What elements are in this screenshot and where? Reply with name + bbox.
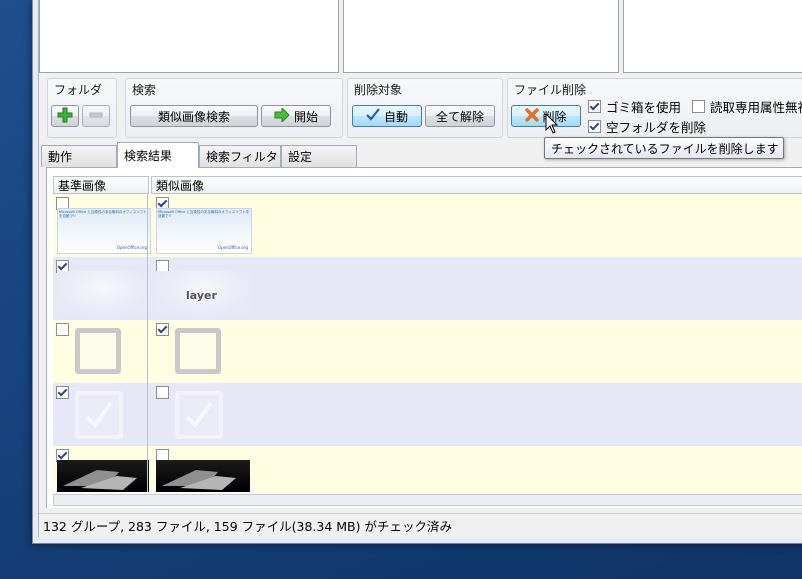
table-row[interactable]: [53, 383, 802, 446]
tab-search-filter-label: 検索フィルタ: [206, 150, 278, 164]
start-label: 開始: [293, 109, 318, 124]
empty-folder-option[interactable]: 空フォルダを削除: [588, 117, 706, 136]
thumbnail-layer-similar[interactable]: layer: [156, 271, 250, 315]
delete-tooltip-text: チェックされているファイルを削除します: [551, 141, 779, 156]
empty-folder-checkbox[interactable]: [588, 120, 601, 133]
x-delete-icon: [525, 107, 540, 125]
similar-image-checkbox[interactable]: [156, 323, 169, 336]
column-divider: [147, 194, 148, 492]
column-header-similar[interactable]: 類似画像: [151, 176, 802, 194]
table-row[interactable]: [53, 446, 802, 492]
thumbnail-office-base[interactable]: Microsoft Office と互換性のある無料のオフィスソフトを自動で!!…: [57, 208, 151, 254]
preview-pane-middle: [343, 0, 619, 73]
table-row[interactable]: [53, 320, 802, 383]
file-delete-label: ファイル削除: [514, 83, 587, 97]
recycle-bin-checkbox[interactable]: [588, 100, 601, 113]
search-group-label: 検索: [132, 83, 157, 97]
tab-settings[interactable]: 設定: [281, 145, 357, 167]
folder-group-label: フォルダ: [54, 83, 103, 97]
thumbnail-office-similar-heading: Microsoft Office と互換性のある無料のオフィスソフトを自動で!!: [158, 210, 250, 218]
thumbnail-check-similar[interactable]: [175, 391, 223, 439]
preview-pane-left: [39, 0, 339, 73]
similar-image-search-button[interactable]: 類似画像検索: [130, 105, 258, 127]
horizontal-scrollbar[interactable]: [53, 494, 802, 506]
tab-search-results[interactable]: 検索結果: [117, 142, 199, 168]
preview-pane-right: [623, 0, 802, 73]
readonly-checkbox[interactable]: [692, 100, 705, 113]
empty-folder-label: 空フォルダを削除: [606, 120, 707, 135]
start-button[interactable]: 開始: [261, 105, 331, 127]
faint-checkmark-icon: [79, 401, 119, 438]
add-folder-button[interactable]: [51, 105, 79, 127]
delete-target-group: 削除対象 自動 全て解除: [347, 78, 503, 138]
results-grid: 基準画像 類似画像 Microsoft Office と互換性のある無料のオフィ…: [46, 167, 802, 508]
tab-action-label: 動作: [48, 150, 73, 164]
plus-icon: [57, 107, 73, 126]
remove-folder-button[interactable]: [82, 105, 110, 127]
tab-settings-label: 設定: [288, 150, 313, 164]
column-header-similar-label: 類似画像: [156, 178, 205, 193]
thumbnail-metal-similar[interactable]: [156, 460, 250, 492]
thumbnail-office-base-brand: OpenOffice.org: [116, 245, 147, 250]
mouse-cursor-icon: [545, 112, 559, 138]
similar-image-checkbox[interactable]: [156, 386, 169, 399]
auto-label: 自動: [383, 109, 408, 124]
thumbnail-layer-base[interactable]: [57, 271, 149, 315]
thumbnail-metal-base[interactable]: [57, 460, 149, 492]
recycle-bin-option[interactable]: ゴミ箱を使用: [588, 97, 681, 116]
delete-tooltip: チェックされているファイルを削除します: [544, 137, 784, 159]
status-bar: 132 グループ, 283 ファイル, 159 ファイル(38.34 MB) が…: [39, 513, 802, 537]
tab-action[interactable]: 動作: [41, 145, 117, 167]
thumbnail-office-similar-brand: OpenOffice.org: [217, 245, 248, 250]
base-image-checkbox[interactable]: [56, 386, 69, 399]
tab-search-filter[interactable]: 検索フィルタ: [199, 145, 281, 167]
thumbnail-office-similar[interactable]: Microsoft Office と互換性のある無料のオフィスソフトを自動で!!…: [156, 208, 252, 254]
recycle-bin-label: ゴミ箱を使用: [606, 100, 682, 115]
faint-checkmark-icon: [179, 401, 219, 438]
table-row[interactable]: layer: [53, 257, 802, 320]
thumbnail-square-base[interactable]: [75, 328, 121, 374]
auto-select-button[interactable]: 自動: [352, 105, 422, 127]
base-image-checkbox[interactable]: [56, 323, 69, 336]
folder-group: フォルダ: [47, 78, 117, 138]
search-group: 検索 類似画像検索 開始: [125, 78, 343, 138]
delete-target-label: 削除対象: [354, 83, 403, 97]
checkmark-icon: [366, 107, 380, 125]
app-window: フォルダ 検索 類似画像検索 開始 削除対象 自動 全て解除 ファイル削除 削除…: [32, 0, 802, 544]
column-header-base-label: 基準画像: [58, 178, 107, 193]
readonly-option[interactable]: 読取専用属性無視: [692, 97, 802, 116]
tab-search-results-label: 検索結果: [124, 149, 173, 163]
client-area: フォルダ 検索 類似画像検索 開始 削除対象 自動 全て解除 ファイル削除 削除…: [38, 0, 802, 537]
thumbnail-square-similar[interactable]: [175, 328, 221, 374]
thumbnail-check-base[interactable]: [75, 391, 123, 439]
clear-all-button[interactable]: 全て解除: [425, 105, 495, 127]
arrow-right-icon: [274, 106, 290, 125]
column-header-base[interactable]: 基準画像: [53, 176, 149, 194]
similar-search-label: 類似画像検索: [157, 109, 230, 124]
minus-icon: [88, 107, 104, 126]
table-row[interactable]: Microsoft Office と互換性のある無料のオフィスソフトを自動で!!…: [53, 194, 802, 257]
thumbnail-office-base-heading: Microsoft Office と互換性のある無料のオフィスソフトを自動で!!: [59, 210, 147, 218]
readonly-label: 読取専用属性無視: [710, 100, 802, 115]
thumbnail-layer-text: layer: [186, 289, 217, 302]
clear-all-label: 全て解除: [435, 109, 484, 124]
status-text: 132 グループ, 283 ファイル, 159 ファイル(38.34 MB) が…: [43, 519, 452, 534]
